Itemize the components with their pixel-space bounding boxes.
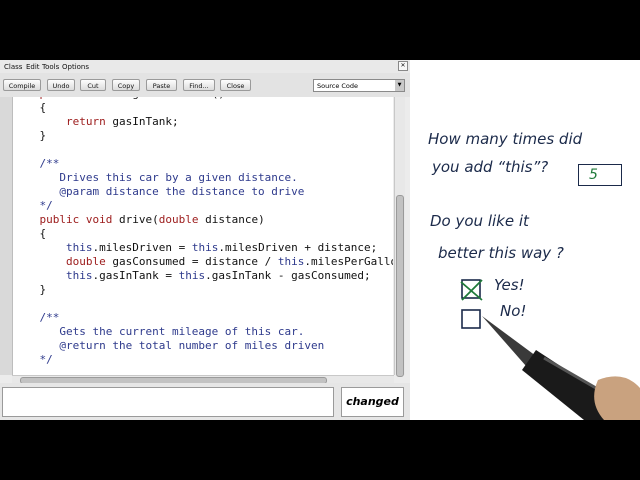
copy-button[interactable]: Copy	[112, 79, 140, 91]
code-comment: Drives this car by a given distance.	[13, 171, 298, 184]
message-field	[2, 387, 334, 417]
code-line: {	[13, 227, 47, 240]
find-button[interactable]: Find...	[183, 79, 215, 91]
code-comment: */	[13, 353, 53, 366]
toolbar: Compile Undo Cut Copy Paste Find... Clos…	[0, 73, 410, 97]
line-gutter	[0, 97, 13, 375]
code-comment: Gets the current mileage of this car.	[13, 325, 305, 338]
view-select[interactable]: Source Code ▼	[313, 79, 405, 92]
menu-class[interactable]: Class	[4, 63, 22, 71]
question-2-line-2: better this way ?	[438, 244, 564, 262]
undo-button[interactable]: Undo	[47, 79, 75, 91]
code-line: this.milesDriven = this.milesDriven + di…	[65, 241, 378, 254]
answer-value: 5	[589, 167, 598, 183]
code-comment: @param distance the distance to drive	[13, 185, 305, 198]
question-1-line-2: you add “this”?	[432, 158, 549, 176]
checked-box-icon	[460, 279, 483, 301]
code-line: }	[13, 129, 47, 142]
status-badge: changed	[341, 387, 404, 417]
code-token: getGasInTank()	[132, 97, 225, 100]
question-2-line-1: Do you like it	[430, 212, 529, 230]
menu-options[interactable]: Options	[62, 63, 89, 71]
compile-button[interactable]: Compile	[3, 79, 41, 91]
code-comment: /**	[13, 157, 60, 170]
paste-button[interactable]: Paste	[146, 79, 177, 91]
option-yes: Yes!	[494, 276, 525, 294]
menu-tools[interactable]: Tools	[42, 63, 59, 71]
status-bar: changed	[0, 383, 410, 420]
code-comment: */	[13, 199, 53, 212]
vertical-scrollbar[interactable]	[394, 97, 405, 377]
code-line: }	[13, 283, 47, 296]
answer-box: 5	[578, 164, 622, 186]
editor-window: Class Edit Tools Options ✕ Compile Undo …	[0, 60, 410, 420]
vertical-scroll-thumb[interactable]	[396, 195, 404, 377]
question-1-line-1: How many times did	[428, 130, 583, 148]
view-select-value: Source Code	[317, 82, 359, 90]
code-line: return gasInTank;	[65, 115, 179, 128]
code-comment: /**	[13, 311, 60, 324]
whiteboard: How many times did you add “this”? 5 Do …	[410, 60, 640, 420]
code-editor[interactable]: public double getGasInTank() { return ga…	[13, 97, 393, 375]
code-line: {	[13, 101, 47, 114]
pen-icon	[482, 316, 640, 420]
code-comment: @return the total number of miles driven	[13, 339, 325, 352]
cut-button[interactable]: Cut	[80, 79, 106, 91]
menu-edit[interactable]: Edit	[26, 63, 40, 71]
chevron-down-icon: ▼	[395, 80, 404, 91]
menu-bar: Class Edit Tools Options ✕	[0, 60, 410, 73]
close-icon[interactable]: ✕	[398, 61, 408, 71]
code-line: this.gasInTank = this.gasInTank - gasCon…	[65, 269, 371, 282]
code-line: double gasConsumed = distance / this.mil…	[65, 255, 393, 268]
close-button[interactable]: Close	[220, 79, 251, 91]
code-line: public void drive(double distance)	[39, 213, 265, 226]
